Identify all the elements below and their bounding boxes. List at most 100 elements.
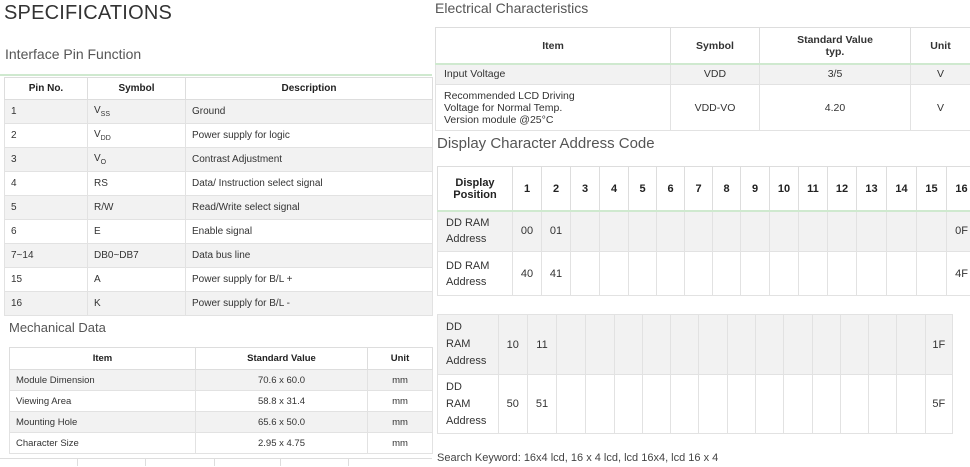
address-cell-empty	[629, 211, 657, 252]
unit-header: Unit	[368, 348, 433, 370]
item-header: Item	[10, 348, 196, 370]
address-cell-empty	[614, 315, 642, 375]
display-section-title: Display Character Address Code	[437, 135, 655, 152]
table-row: Character Size2.95 x 4.75mm	[10, 433, 433, 454]
address-cell: 01	[542, 211, 571, 252]
typ-label: typ.	[761, 46, 909, 58]
ram-address-label: DD RAMAddress	[438, 252, 513, 296]
position-13: 13	[857, 167, 887, 211]
mech-section-title: Mechanical Data	[9, 320, 106, 335]
table-row: 15APower supply for B/L +	[5, 268, 433, 292]
standard-value-header: Standard Value	[196, 348, 368, 370]
position-10: 10	[770, 167, 799, 211]
pin-no: 2	[5, 124, 88, 148]
divider	[437, 210, 970, 212]
pin-symbol: VDD	[88, 124, 186, 148]
address-cell: 4F	[947, 252, 970, 296]
address-cell-empty	[857, 252, 887, 296]
label-line: DD	[446, 379, 498, 396]
address-cell-empty	[887, 252, 917, 296]
pin-no-header: Pin No.	[5, 78, 88, 100]
address-cell-empty	[614, 375, 642, 434]
elec-unit: V	[911, 64, 970, 85]
address-cell-empty	[770, 211, 799, 252]
symbol-text: V	[94, 105, 101, 116]
display-address-table-lower: DDRAMAddress10111FDDRAMAddress50515F	[437, 314, 953, 434]
table-row: 1VSSGround	[5, 100, 433, 124]
address-cell-empty	[741, 211, 770, 252]
address-cell-empty	[642, 315, 670, 375]
address-cell-empty	[699, 315, 727, 375]
address-cell: 51	[527, 375, 556, 434]
table-row: Recommended LCD DrivingVoltage for Norma…	[436, 85, 970, 131]
table-row: 6EEnable signal	[5, 220, 433, 244]
pin-no: 4	[5, 172, 88, 196]
header-line: Position	[439, 189, 511, 201]
table-row: 16KPower supply for B/L -	[5, 292, 433, 316]
address-cell-empty	[784, 375, 812, 434]
address-cell: 00	[513, 211, 542, 252]
pin-symbol: DB0~DB7	[88, 244, 186, 268]
pin-description: Data/ Instruction select signal	[186, 172, 433, 196]
address-cell-empty	[657, 252, 685, 296]
pin-symbol: RS	[88, 172, 186, 196]
symbol-subscript: SS	[101, 111, 110, 118]
pin-symbol: VO	[88, 148, 186, 172]
address-cell-empty	[586, 375, 614, 434]
address-cell-empty	[812, 315, 840, 375]
elec-unit: V	[911, 85, 970, 131]
mech-unit: mm	[368, 391, 433, 412]
address-cell-empty	[770, 252, 799, 296]
symbol-text: R/W	[94, 202, 113, 213]
pin-description: Data bus line	[186, 244, 433, 268]
position-15: 15	[917, 167, 947, 211]
symbol-text: V	[94, 153, 101, 164]
address-cell-empty	[840, 315, 868, 375]
address-cell-empty	[713, 211, 741, 252]
elec-item-line: Version module @25°C	[444, 114, 662, 126]
pin-description: Contrast Adjustment	[186, 148, 433, 172]
position-5: 5	[629, 167, 657, 211]
standard-value-header: Standard Value typ.	[760, 28, 911, 64]
address-cell-empty	[600, 252, 629, 296]
pin-no: 15	[5, 268, 88, 292]
label-line: DD RAM	[446, 215, 512, 231]
pin-symbol: E	[88, 220, 186, 244]
address-cell-empty	[887, 211, 917, 252]
display-position-header: DisplayPosition	[438, 167, 513, 211]
pin-description: Read/Write select signal	[186, 196, 433, 220]
address-cell-empty	[557, 375, 586, 434]
position-7: 7	[685, 167, 713, 211]
table-row: DD RAMAddress40414F	[438, 252, 970, 296]
address-cell-empty	[828, 211, 857, 252]
symbol-text: RS	[94, 178, 108, 189]
position-16: 16	[947, 167, 970, 211]
position-3: 3	[571, 167, 600, 211]
ram-address-label: DDRAMAddress	[438, 315, 499, 375]
pin-section-title: Interface Pin Function	[5, 46, 141, 62]
address-cell-empty	[756, 315, 784, 375]
label-line: RAM	[446, 336, 498, 353]
pin-symbol: K	[88, 292, 186, 316]
label-line: Address	[446, 231, 512, 247]
symbol-text: E	[94, 226, 101, 237]
address-cell-empty	[557, 315, 586, 375]
address-cell-empty	[897, 315, 925, 375]
address-cell-empty	[917, 211, 947, 252]
symbol-text: DB0~DB7	[94, 250, 139, 261]
mech-item: Module Dimension	[10, 370, 196, 391]
position-12: 12	[828, 167, 857, 211]
position-9: 9	[741, 167, 770, 211]
table-row: 4 RS Data/ Instruction select signal	[5, 172, 433, 196]
table-row: 7~14DB0~DB7Data bus line	[5, 244, 433, 268]
table-row: Mounting Hole65.6 x 50.0mm	[10, 412, 433, 433]
address-cell-empty	[828, 252, 857, 296]
header-line: Display	[439, 177, 511, 189]
address-cell-empty	[713, 252, 741, 296]
address-cell-empty	[600, 211, 629, 252]
unit-header: Unit	[911, 28, 970, 64]
pin-no: 1	[5, 100, 88, 124]
address-cell: 11	[527, 315, 556, 375]
pin-description: Power supply for logic	[186, 124, 433, 148]
search-keyword: Search Keyword: 16x4 lcd, 16 x 4 lcd, lc…	[437, 452, 718, 464]
